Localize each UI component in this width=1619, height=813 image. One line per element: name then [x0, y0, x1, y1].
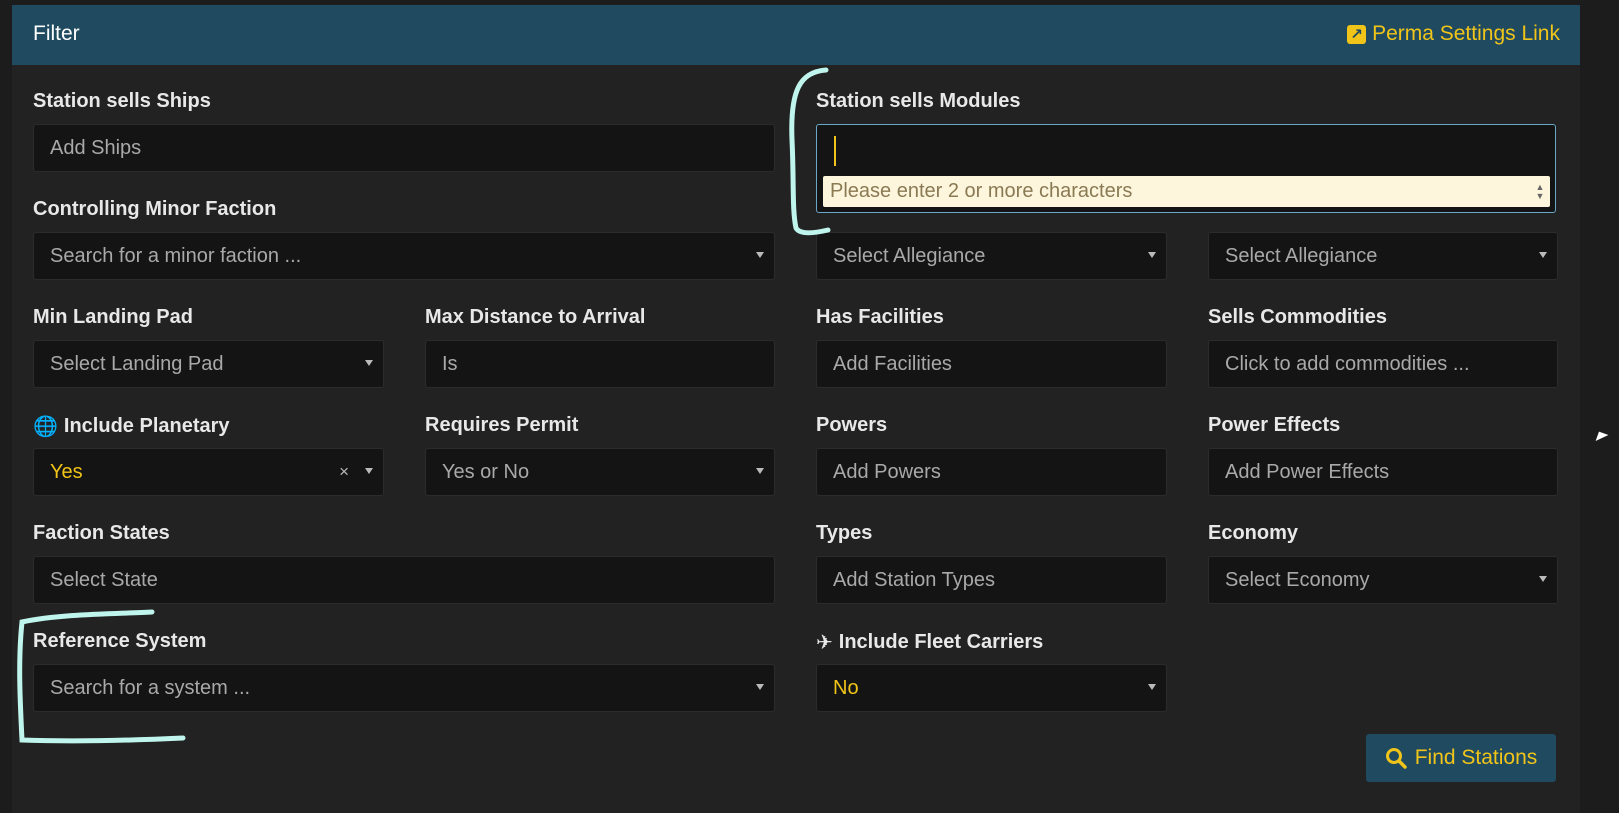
faction-states-input[interactable]: Select State — [33, 556, 775, 604]
include-fleet-carriers-select[interactable]: No — [816, 664, 1167, 712]
economy-select[interactable]: Select Economy — [1208, 556, 1558, 604]
powers-input[interactable]: Add Powers — [816, 448, 1167, 496]
chevron-down-icon — [1539, 576, 1547, 582]
min-landing-pad-placeholder: Select Landing Pad — [50, 352, 224, 375]
include-fleet-carriers-label-text: Include Fleet Carriers — [838, 631, 1044, 653]
modules-search-hint-text: Please enter 2 or more characters — [830, 180, 1133, 202]
mouse-pointer-icon — [1595, 431, 1609, 445]
globe-icon: 🌐 — [33, 416, 58, 438]
controlling-minor-faction-label: Controlling Minor Faction — [33, 198, 277, 220]
perma-settings-link-label: Perma Settings Link — [1372, 22, 1560, 45]
requires-permit-select[interactable]: Yes or No — [425, 448, 775, 496]
include-planetary-select[interactable]: Yes × — [33, 448, 384, 496]
max-distance-to-arrival-label: Max Distance to Arrival — [425, 306, 646, 328]
max-distance-to-arrival-input[interactable]: Is — [425, 340, 775, 388]
power-effects-label: Power Effects — [1208, 414, 1341, 436]
find-stations-label: Find Stations — [1414, 746, 1538, 769]
station-sells-ships-input[interactable]: Add Ships — [33, 124, 775, 172]
include-fleet-carriers-label: ✈ Include Fleet Carriers — [816, 630, 1043, 655]
station-sells-ships-label: Station sells Ships — [33, 90, 211, 112]
min-landing-pad-select[interactable]: Select Landing Pad — [33, 340, 384, 388]
include-planetary-value: Yes — [50, 460, 83, 483]
chevron-down-icon — [756, 252, 764, 258]
controlling-minor-faction-select[interactable]: Search for a minor faction ... — [33, 232, 775, 280]
fleet-carrier-icon: ✈ — [816, 632, 833, 654]
text-cursor — [834, 136, 836, 166]
chevron-down-icon — [756, 684, 764, 690]
chevron-down-icon — [1148, 684, 1156, 690]
modules-search-hint: Please enter 2 or more characters ▲ ▼ — [823, 176, 1550, 207]
chevron-down-icon — [365, 360, 373, 366]
chevron-down-icon — [1148, 252, 1156, 258]
powers-label: Powers — [816, 414, 888, 436]
reference-system-select[interactable]: Search for a system ... — [33, 664, 775, 712]
external-link-icon: ↗ — [1347, 24, 1367, 44]
economy-placeholder: Select Economy — [1225, 568, 1370, 591]
hint-scroll-arrows[interactable]: ▲ ▼ — [1534, 176, 1546, 207]
sells-commodities-label: Sells Commodities — [1208, 306, 1387, 328]
faction-states-label: Faction States — [33, 522, 170, 544]
controlling-minor-faction-placeholder: Search for a minor faction ... — [50, 244, 302, 267]
reference-system-placeholder: Search for a system ... — [50, 676, 251, 699]
economy-label: Economy — [1208, 522, 1299, 544]
government-placeholder: Select Allegiance — [1225, 244, 1378, 267]
panel-title: Filter — [33, 22, 80, 45]
requires-permit-placeholder: Yes or No — [442, 460, 530, 483]
min-landing-pad-label: Min Landing Pad — [33, 306, 193, 328]
include-fleet-carriers-value: No — [833, 676, 859, 699]
scroll-down-icon: ▼ — [1535, 190, 1545, 201]
panel-header: Filter ↗ Perma Settings Link — [12, 5, 1580, 65]
chevron-down-icon — [365, 468, 373, 474]
reference-system-label: Reference System — [33, 630, 207, 652]
requires-permit-label: Requires Permit — [425, 414, 579, 436]
search-icon — [1385, 748, 1407, 769]
allegiance-placeholder: Select Allegiance — [833, 244, 986, 267]
perma-settings-link[interactable]: ↗ Perma Settings Link — [1347, 22, 1560, 46]
include-planetary-label: 🌐 Include Planetary — [33, 414, 230, 439]
power-effects-input[interactable]: Add Power Effects — [1208, 448, 1558, 496]
has-facilities-label: Has Facilities — [816, 306, 944, 328]
types-input[interactable]: Add Station Types — [816, 556, 1167, 604]
include-planetary-label-text: Include Planetary — [63, 415, 230, 437]
chevron-down-icon — [756, 468, 764, 474]
allegiance-select[interactable]: Select Allegiance — [816, 232, 1167, 280]
station-sells-modules-input[interactable]: Please enter 2 or more characters ▲ ▼ — [816, 124, 1556, 213]
clear-icon[interactable]: × — [339, 462, 349, 482]
station-sells-modules-label: Station sells Modules — [816, 90, 1021, 112]
types-label: Types — [816, 522, 873, 544]
chevron-down-icon — [1539, 252, 1547, 258]
has-facilities-input[interactable]: Add Facilities — [816, 340, 1167, 388]
find-stations-button[interactable]: Find Stations — [1366, 734, 1556, 782]
government-select[interactable]: Select Allegiance — [1208, 232, 1558, 280]
sells-commodities-input[interactable]: Click to add commodities ... — [1208, 340, 1558, 388]
